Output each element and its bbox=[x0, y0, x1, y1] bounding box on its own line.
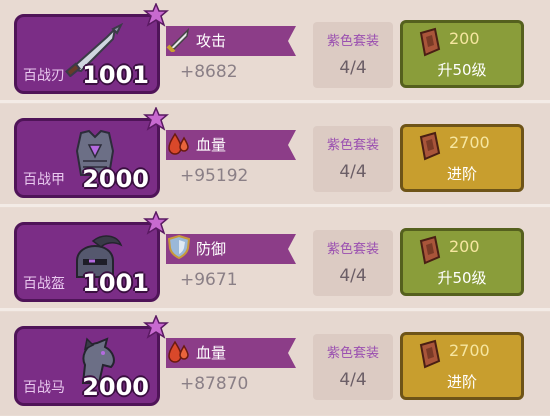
equipment-row: 百战甲 2000 血量 +95192 紫色套装 4/4 2700 进阶 bbox=[0, 104, 550, 207]
stat-name: 血量 bbox=[196, 136, 227, 154]
set-count: 4/4 bbox=[339, 58, 367, 78]
upgrade-token-icon bbox=[419, 27, 441, 57]
stat-value: +9671 bbox=[180, 270, 238, 290]
set-count: 4/4 bbox=[339, 370, 367, 390]
set-status: 紫色套装 4/4 bbox=[313, 126, 393, 192]
stat-name: 防御 bbox=[196, 240, 227, 258]
row-divider bbox=[0, 100, 550, 103]
shield-icon bbox=[167, 234, 191, 260]
row-divider bbox=[0, 308, 550, 311]
level-up-button[interactable]: 200 升50级 bbox=[400, 228, 524, 296]
equipment-level: 2000 bbox=[82, 165, 149, 193]
set-label: 紫色套装 bbox=[326, 34, 379, 49]
set-status: 紫色套装 4/4 bbox=[313, 22, 393, 88]
set-status: 紫色套装 4/4 bbox=[313, 230, 393, 296]
equipment-row: 百战刃 1001 攻击 +8682 紫色套装 4/4 200 升50级 bbox=[0, 0, 550, 103]
upgrade-cost: 2700 bbox=[449, 133, 490, 152]
equipment-row: 百战马 2000 血量 +87870 紫色套装 4/4 2700 进阶 bbox=[0, 312, 550, 415]
equipment-name: 百战马 bbox=[23, 380, 65, 396]
stat-name: 血量 bbox=[196, 344, 227, 362]
set-count: 4/4 bbox=[339, 162, 367, 182]
upgrade-cost: 200 bbox=[449, 29, 480, 48]
set-label: 紫色套装 bbox=[326, 346, 379, 361]
blood-drop-icon bbox=[168, 132, 189, 155]
upgrade-token-icon bbox=[419, 131, 441, 161]
equipment-card[interactable]: 百战刃 1001 bbox=[14, 3, 169, 94]
button-label: 进阶 bbox=[446, 373, 477, 391]
button-label: 升50级 bbox=[437, 61, 487, 79]
equipment-level: 2000 bbox=[82, 373, 149, 401]
stat-name: 攻击 bbox=[196, 32, 227, 50]
equipment-level: 1001 bbox=[82, 61, 149, 89]
stat-value: +8682 bbox=[180, 62, 238, 82]
advance-button[interactable]: 2700 进阶 bbox=[400, 332, 524, 400]
upgrade-cost: 2700 bbox=[449, 341, 490, 360]
row-divider bbox=[0, 204, 550, 207]
upgrade-token-icon bbox=[419, 339, 441, 369]
equipment-name: 百战盔 bbox=[23, 276, 65, 292]
set-count: 4/4 bbox=[339, 266, 367, 286]
stat-value: +87870 bbox=[180, 374, 249, 394]
equipment-name: 百战刃 bbox=[23, 68, 65, 84]
set-label: 紫色套装 bbox=[326, 138, 379, 153]
blood-drop-icon bbox=[168, 340, 189, 363]
equipment-row: 百战盔 1001 防御 +9671 紫色套装 4/4 200 升50级 bbox=[0, 208, 550, 311]
set-status: 紫色套装 4/4 bbox=[313, 334, 393, 400]
upgrade-token-icon bbox=[419, 235, 441, 265]
stat-value: +95192 bbox=[180, 166, 249, 186]
set-label: 紫色套装 bbox=[326, 242, 379, 257]
upgrade-cost: 200 bbox=[449, 237, 480, 256]
button-label: 进阶 bbox=[446, 165, 477, 183]
advance-button[interactable]: 2700 进阶 bbox=[400, 124, 524, 192]
level-up-button[interactable]: 200 升50级 bbox=[400, 20, 524, 88]
equipment-card[interactable]: 百战马 2000 bbox=[14, 315, 169, 406]
equipment-card[interactable]: 百战盔 1001 bbox=[14, 211, 169, 302]
equipment-name: 百战甲 bbox=[23, 172, 65, 188]
equipment-level: 1001 bbox=[82, 269, 149, 297]
sword-icon bbox=[166, 27, 190, 52]
equipment-card[interactable]: 百战甲 2000 bbox=[14, 107, 169, 198]
button-label: 升50级 bbox=[437, 269, 487, 287]
